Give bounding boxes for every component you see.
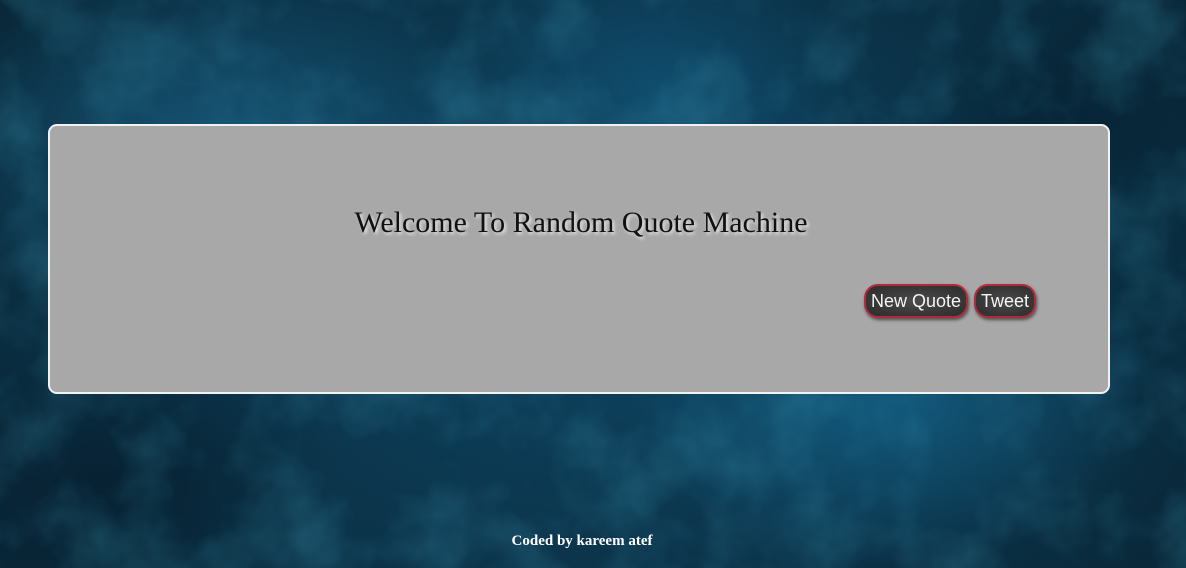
footer-credit: Coded by kareem atef [511, 533, 653, 549]
quote-text: Welcome To Random Quote Machine [354, 206, 808, 239]
quote-box: Welcome To Random Quote Machine New Quot… [48, 124, 1110, 394]
new-quote-button[interactable]: New Quote [864, 284, 968, 318]
tweet-button[interactable]: Tweet [974, 284, 1036, 318]
